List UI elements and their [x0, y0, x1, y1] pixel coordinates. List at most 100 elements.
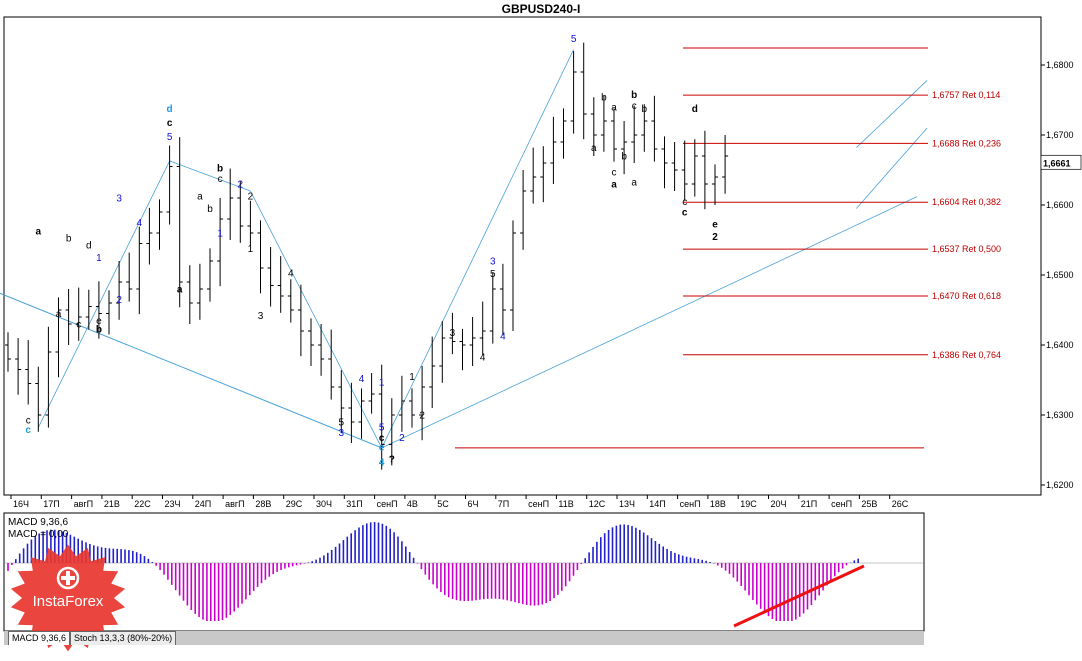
logo-text: InstaForex [32, 593, 104, 610]
wave-label: 2 [116, 295, 122, 306]
wave-label: 1 [248, 244, 254, 255]
wave-label: 3 [339, 428, 345, 439]
retracement-label: 1,6386 Ret 0,764 [932, 350, 1001, 360]
wave-label: 5 [339, 418, 345, 429]
wave-label: 3 [116, 194, 122, 205]
wave-label: 3 [258, 311, 264, 322]
tab-macd[interactable]: MACD 9,36,6 [8, 631, 71, 645]
retracement-label: 1,6470 Ret 0,618 [932, 291, 1001, 301]
time-tick: 11В [558, 499, 573, 509]
wave-label: a [591, 143, 597, 154]
time-tick: 4В [407, 499, 418, 509]
wave-label: b [66, 233, 72, 244]
wave-label: 5 [571, 34, 577, 45]
retracement-label: 1,6757 Ret 0,114 [932, 90, 1000, 100]
wave-label: 3 [450, 328, 456, 339]
wave-label: c [76, 320, 81, 331]
time-tick: 14П [649, 499, 665, 509]
chart-svg: GBPUSD240-I 1,6757 Ret 0,114 1,6688 Ret 0… [0, 0, 1082, 661]
time-tick: 13Ч [619, 499, 635, 509]
wave-label: 5 [490, 0, 496, 3]
wave-label: e [712, 219, 718, 230]
tab-stoch[interactable]: Stoch 13,3,3 (80%-20%) [70, 631, 177, 645]
time-tick: 23Ч [165, 499, 181, 509]
price-tick: 1,6600 [1046, 200, 1074, 210]
macd-value: MACD = 0,00 [8, 529, 69, 540]
wave-label: a [631, 177, 637, 188]
time-tick: 18В [710, 499, 726, 509]
wave-label: a [611, 103, 617, 114]
wave-label: c [682, 208, 688, 219]
price-tick: 1,6700 [1046, 130, 1074, 140]
current-price: 1,6661 [1043, 158, 1071, 168]
wave-label: 2 [399, 433, 405, 444]
wave-label: 5 [490, 269, 496, 280]
price-tick: 1,6200 [1046, 480, 1074, 490]
time-tick: 28В [255, 499, 271, 509]
wave-label: c [167, 118, 173, 129]
wave-label: d [692, 104, 698, 115]
price-tick: 1,6400 [1046, 340, 1074, 350]
chart-title: GBPUSD240-I [502, 2, 581, 16]
time-tick: сенП [831, 499, 852, 509]
wave-label: 2 [238, 180, 244, 191]
wave-label: 1 [96, 253, 102, 264]
wave-label: a [177, 285, 183, 296]
time-tick: 5С [437, 499, 449, 509]
time-tick: 17П [43, 499, 59, 509]
price-tick: 1,6500 [1046, 270, 1074, 280]
time-tick: 25В [861, 499, 877, 509]
wave-label: c [25, 425, 31, 436]
wave-label: b [217, 163, 223, 174]
time-tick: сенП [680, 499, 701, 509]
retracement-label: 1,6537 Ret 0,500 [932, 244, 1001, 254]
wave-label: 5 [167, 132, 173, 143]
time-tick: 21П [801, 499, 817, 509]
wave-label: d [167, 104, 173, 115]
wave-label: c [682, 197, 687, 208]
indicator-tabs: MACD 9,36,6 Stoch 13,3,3 (80%-20%) [8, 631, 177, 645]
wave-label: 2 [712, 232, 718, 243]
time-tick: 12С [589, 499, 606, 509]
time-tick: 30Ч [316, 499, 332, 509]
wave-label: b [621, 152, 627, 163]
wave-label: 2 [419, 411, 425, 422]
price-tick: 1,6800 [1046, 60, 1074, 70]
wave-label: 4 [500, 331, 506, 342]
wave-label: 4 [137, 218, 143, 229]
wave-label: b [207, 204, 213, 215]
wave-label: a [611, 180, 617, 191]
wave-label: c [612, 168, 617, 179]
wave-label: b [96, 324, 102, 335]
time-tick: сенП [377, 499, 398, 509]
wave-label: 4 [379, 457, 385, 468]
time-tick: 20Ч [771, 499, 787, 509]
wave-label: d [86, 240, 92, 251]
wave-label: a [56, 309, 62, 320]
wave-label: c [632, 101, 637, 112]
wave-label: 3 [490, 257, 496, 268]
wave-label: a [36, 226, 42, 237]
time-tick: 26С [892, 499, 909, 509]
time-tick: 7П [498, 499, 509, 509]
wave-label: 1 [217, 229, 223, 240]
time-tick: 31П [346, 499, 362, 509]
wave-label: ? [389, 455, 395, 466]
price-tick: 1,6300 [1046, 410, 1074, 420]
wave-label: 2 [248, 191, 254, 202]
time-tick: 16Ч [13, 499, 29, 509]
wave-label: b [601, 93, 607, 104]
time-tick: авгП [225, 499, 245, 509]
time-tick: 21В [104, 499, 120, 509]
wave-label: b [631, 90, 637, 101]
time-tick: 29С [286, 499, 303, 509]
wave-label: b [642, 104, 648, 115]
time-tick: сенП [528, 499, 549, 509]
wave-label: 4 [480, 352, 486, 363]
retracement-label: 1,6688 Ret 0,236 [932, 138, 1001, 148]
time-tick: авгП [74, 499, 94, 509]
time-tick: 19С [740, 499, 757, 509]
retracement-label: 1,6604 Ret 0,382 [932, 197, 1001, 207]
wave-label: 1 [379, 378, 385, 389]
wave-label: 4 [359, 374, 365, 385]
